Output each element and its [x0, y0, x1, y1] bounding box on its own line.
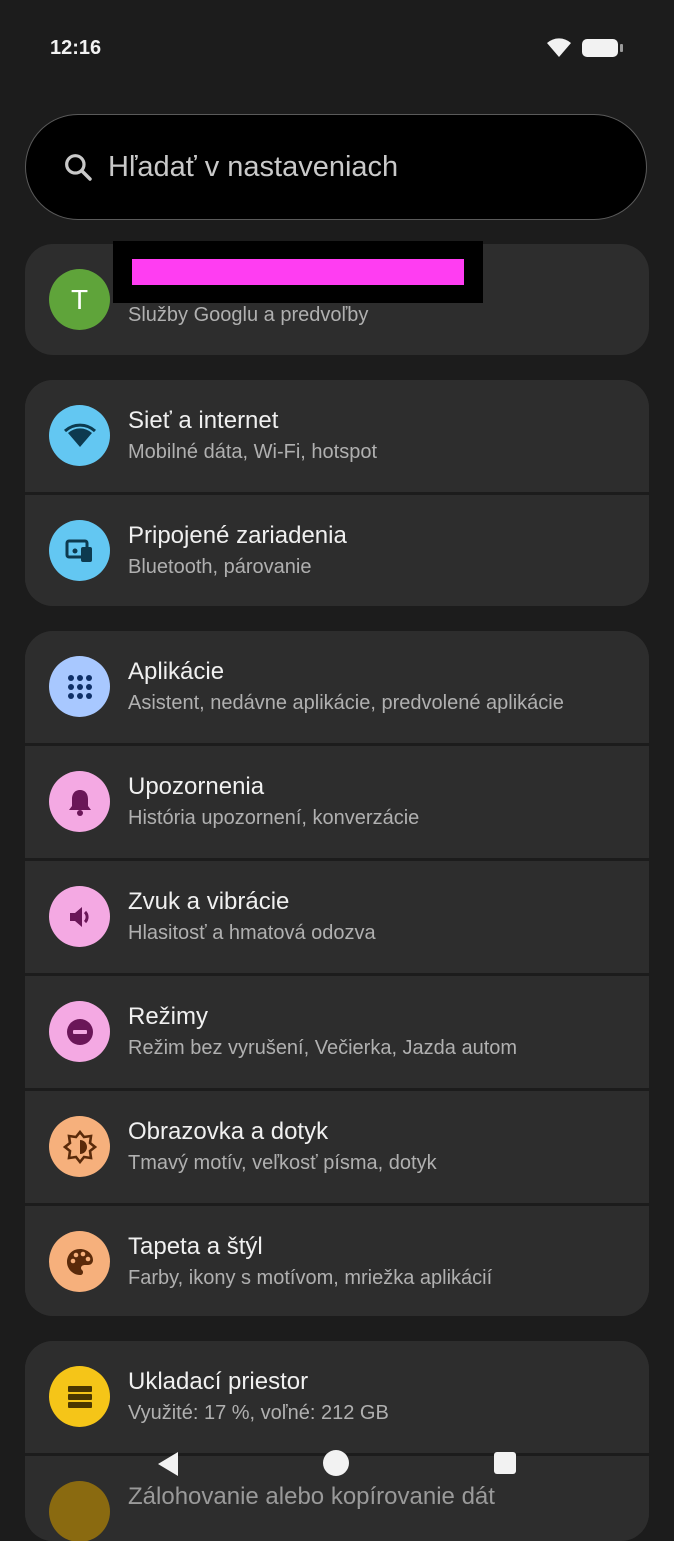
settings-item-subtitle: Mobilné dáta, Wi-Fi, hotspot: [128, 441, 377, 463]
settings-item-wallpaper[interactable]: Tapeta a štýl Farby, ikony s motívom, mr…: [25, 1206, 649, 1316]
navigation-bar: [0, 1427, 674, 1500]
recents-icon[interactable]: [494, 1452, 516, 1474]
settings-item-subtitle: Režim bez vyrušení, Večierka, Jazda auto…: [128, 1037, 518, 1059]
settings-item-modes[interactable]: Režimy Režim bez vyrušení, Večierka, Jaz…: [25, 976, 649, 1088]
avatar: T: [49, 269, 110, 330]
settings-item-subtitle: Asistent, nedávne aplikácie, predvolené …: [128, 692, 564, 714]
settings-item-title: Režimy: [128, 1003, 209, 1030]
home-icon[interactable]: [323, 1450, 349, 1476]
status-icons: [546, 38, 623, 58]
settings-item-title: Zvuk a vibrácie: [128, 888, 290, 915]
search-bar[interactable]: Hľadať v nastaveniach: [25, 114, 647, 220]
bell-icon: [49, 771, 110, 832]
back-icon[interactable]: [156, 1451, 180, 1477]
settings-item-title: Sieť a internet: [128, 407, 279, 434]
search-icon: [65, 154, 92, 181]
settings-item-subtitle: Hlasitosť a hmatová odozva: [128, 922, 376, 944]
settings-item-network[interactable]: Sieť a internet Mobilné dáta, Wi-Fi, hot…: [25, 380, 649, 492]
avatar-letter: T: [70, 283, 89, 315]
apps-grid-icon: [49, 656, 110, 717]
settings-item-title: Pripojené zariadenia: [128, 522, 347, 549]
settings-item-display[interactable]: Obrazovka a dotyk Tmavý motív, veľkosť p…: [25, 1091, 649, 1203]
do-not-disturb-icon: [49, 1001, 110, 1062]
status-bar: 12:16: [0, 0, 674, 100]
volume-icon: [49, 886, 110, 947]
search-placeholder: Hľadať v nastaveniach: [108, 150, 399, 183]
settings-item-title: Aplikácie: [128, 658, 225, 685]
battery-icon: [582, 39, 623, 57]
wifi-icon: [49, 405, 110, 466]
settings-item-title: Tapeta a štýl: [128, 1233, 263, 1260]
settings-item-subtitle: Tmavý motív, veľkosť písma, dotyk: [128, 1152, 437, 1174]
account-subtitle: Služby Googlu a predvoľby: [128, 304, 369, 326]
palette-icon: [49, 1231, 110, 1292]
settings-item-notifications[interactable]: Upozornenia História upozornení, konverz…: [25, 746, 649, 858]
settings-item-sound[interactable]: Zvuk a vibrácie Hlasitosť a hmatová odoz…: [25, 861, 649, 973]
clock: 12:16: [50, 37, 102, 59]
settings-item-subtitle: Využité: 17 %, voľné: 212 GB: [128, 1402, 389, 1424]
settings-item-title: Upozornenia: [128, 773, 265, 800]
settings-item-subtitle: História upozornení, konverzácie: [128, 807, 420, 829]
settings-item-title: Ukladací priestor: [128, 1368, 309, 1395]
settings-item-title: Obrazovka a dotyk: [128, 1118, 329, 1145]
settings-item-subtitle: Farby, ikony s motívom, mriežka aplikáci…: [128, 1267, 493, 1289]
brightness-icon: [49, 1116, 110, 1177]
connected-devices-icon: [49, 520, 110, 581]
settings-item-subtitle: Bluetooth, párovanie: [128, 556, 312, 578]
storage-icon: [49, 1366, 110, 1427]
redaction-bar: [132, 259, 464, 285]
settings-group-device: Aplikácie Asistent, nedávne aplikácie, p…: [25, 631, 649, 1316]
settings-group-connectivity: Sieť a internet Mobilné dáta, Wi-Fi, hot…: [25, 380, 649, 606]
wifi-icon: [547, 38, 571, 57]
settings-item-connected-devices[interactable]: Pripojené zariadenia Bluetooth, párovani…: [25, 495, 649, 606]
settings-item-apps[interactable]: Aplikácie Asistent, nedávne aplikácie, p…: [25, 631, 649, 743]
